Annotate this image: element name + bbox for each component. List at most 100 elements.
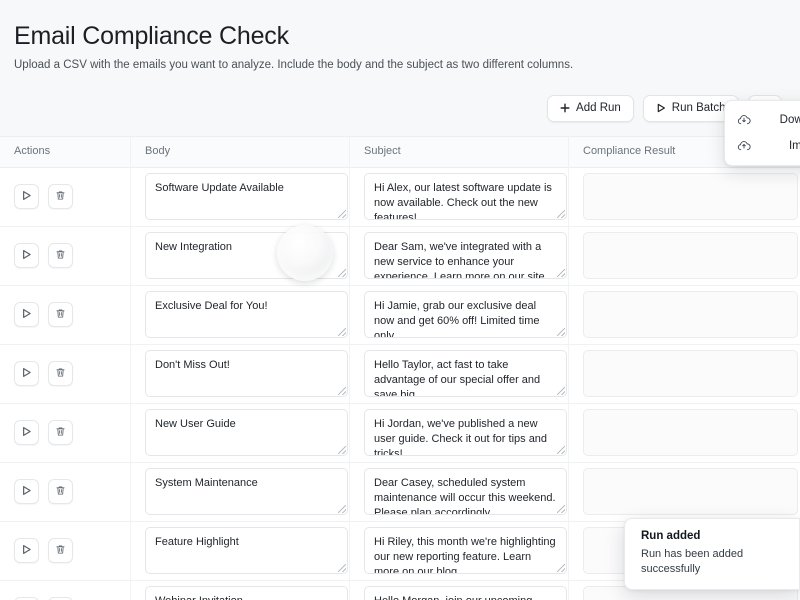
subject-textarea[interactable]: Hi Jordan, we've published a new user gu… (364, 409, 567, 457)
subject-textarea[interactable]: Dear Casey, scheduled system maintenance… (364, 468, 567, 516)
row-body-cell: Software Update Available (131, 167, 350, 227)
run-row-button[interactable] (14, 302, 39, 328)
subject-textarea[interactable]: Hi Riley, this month we're highlighting … (364, 527, 567, 575)
resize-grip-icon[interactable] (338, 387, 346, 396)
resize-grip-icon[interactable] (557, 564, 565, 573)
cloud-download-icon (737, 113, 751, 127)
column-header-body: Body (131, 136, 350, 168)
row-result-cell (569, 226, 800, 285)
row-actions-cell (0, 580, 131, 600)
trash-icon (55, 248, 66, 263)
resize-grip-icon[interactable] (338, 269, 346, 278)
delete-row-button[interactable] (48, 479, 73, 505)
menu-item-download-csv[interactable]: Download C (725, 107, 800, 133)
subject-textarea[interactable]: Hi Jamie, grab our exclusive deal now an… (364, 291, 567, 339)
trash-icon (55, 366, 66, 381)
trash-icon (55, 543, 66, 558)
delete-row-button[interactable] (48, 184, 73, 210)
play-icon (656, 103, 666, 113)
table-row: Don't Miss Out! Hello Taylor, act fast to… (0, 344, 800, 404)
play-icon (21, 307, 32, 322)
menu-item-import-label: Import C (788, 140, 800, 152)
table-header-row: Actions Body Subject Compliance Result (0, 136, 800, 168)
run-row-button[interactable] (14, 361, 39, 387)
row-actions-cell (0, 462, 131, 522)
compliance-result-field[interactable] (583, 291, 798, 339)
delete-row-button[interactable] (48, 538, 73, 564)
row-body-cell: New User Guide (131, 403, 350, 463)
row-subject-cell: Dear Sam, we've integrated with a new se… (350, 226, 569, 286)
toast-title: Run added (641, 530, 701, 543)
compliance-result-field[interactable] (583, 409, 798, 457)
row-actions-cell (0, 285, 131, 345)
row-body-cell: New Integration (131, 226, 350, 286)
toast-description: Run has been added successfully (641, 548, 744, 575)
table-row: New User Guide Hi Jordan, we've published… (0, 403, 800, 463)
run-row-button[interactable] (14, 420, 39, 446)
row-subject-cell: Hi Jamie, grab our exclusive deal now an… (350, 285, 569, 345)
subject-textarea[interactable]: Hello Morgan, join our upcoming webinar … (364, 586, 567, 600)
resize-grip-icon[interactable] (557, 269, 565, 278)
resize-grip-icon[interactable] (338, 505, 346, 514)
trash-icon (55, 425, 66, 440)
row-actions-cell (0, 403, 131, 463)
row-body-cell: System Maintenance (131, 462, 350, 522)
add-run-button[interactable]: Add Run (547, 94, 634, 122)
column-header-actions: Actions (0, 136, 131, 168)
run-row-button[interactable] (14, 184, 39, 210)
row-subject-cell: Hi Riley, this month we're highlighting … (350, 521, 569, 581)
page-header: Email Compliance Check Upload a CSV with… (0, 0, 800, 73)
run-row-button[interactable] (14, 479, 39, 505)
table-row: Exclusive Deal for You! Hi Jamie, grab ou… (0, 285, 800, 345)
play-icon (21, 484, 32, 499)
app-root: Email Compliance Check Upload a CSV with… (0, 0, 800, 600)
play-icon (21, 543, 32, 558)
resize-grip-icon[interactable] (557, 446, 565, 455)
row-result-cell (569, 167, 800, 226)
body-textarea[interactable]: Exclusive Deal for You! (145, 291, 348, 339)
play-icon (21, 366, 32, 381)
body-textarea[interactable]: Don't Miss Out! (145, 350, 348, 398)
more-options-menu: Download C Import C (724, 100, 800, 166)
compliance-result-field[interactable] (583, 350, 798, 398)
row-body-cell: Feature Highlight (131, 521, 350, 581)
subject-textarea[interactable]: Hi Alex, our latest software update is n… (364, 173, 567, 221)
body-textarea[interactable]: Feature Highlight (145, 527, 348, 575)
row-actions-cell (0, 226, 131, 286)
menu-item-import-csv[interactable]: Import C (725, 133, 800, 159)
resize-grip-icon[interactable] (338, 564, 346, 573)
body-textarea[interactable]: System Maintenance (145, 468, 348, 516)
run-batch-label: Run Batch (671, 102, 726, 115)
table-row: Software Update Available Hi Alex, our la… (0, 167, 800, 227)
body-textarea[interactable]: Software Update Available (145, 173, 348, 221)
delete-row-button[interactable] (48, 361, 73, 387)
resize-grip-icon[interactable] (557, 505, 565, 514)
delete-row-button[interactable] (48, 420, 73, 446)
row-subject-cell: Hello Taylor, act fast to take advantage… (350, 344, 569, 404)
resize-grip-icon[interactable] (338, 328, 346, 337)
body-textarea[interactable]: Webinar Invitation (145, 586, 348, 600)
page-title: Email Compliance Check (14, 22, 289, 50)
resize-grip-icon[interactable] (338, 446, 346, 455)
body-textarea[interactable]: New Integration (145, 232, 348, 280)
row-body-cell: Exclusive Deal for You! (131, 285, 350, 345)
column-header-subject: Subject (350, 136, 569, 168)
delete-row-button[interactable] (48, 302, 73, 328)
row-result-cell (569, 403, 800, 462)
resize-grip-icon[interactable] (557, 210, 565, 219)
body-textarea[interactable]: New User Guide (145, 409, 348, 457)
run-row-button[interactable] (14, 538, 39, 564)
compliance-result-field[interactable] (583, 173, 798, 221)
resize-grip-icon[interactable] (557, 387, 565, 396)
menu-item-download-label: Download C (779, 114, 800, 126)
run-row-button[interactable] (14, 243, 39, 269)
resize-grip-icon[interactable] (338, 210, 346, 219)
compliance-result-field[interactable] (583, 232, 798, 280)
play-icon (21, 425, 32, 440)
delete-row-button[interactable] (48, 243, 73, 269)
subject-textarea[interactable]: Hello Taylor, act fast to take advantage… (364, 350, 567, 398)
subject-textarea[interactable]: Dear Sam, we've integrated with a new se… (364, 232, 567, 280)
row-subject-cell: Hi Alex, our latest software update is n… (350, 167, 569, 227)
compliance-result-field[interactable] (583, 468, 798, 516)
resize-grip-icon[interactable] (557, 328, 565, 337)
